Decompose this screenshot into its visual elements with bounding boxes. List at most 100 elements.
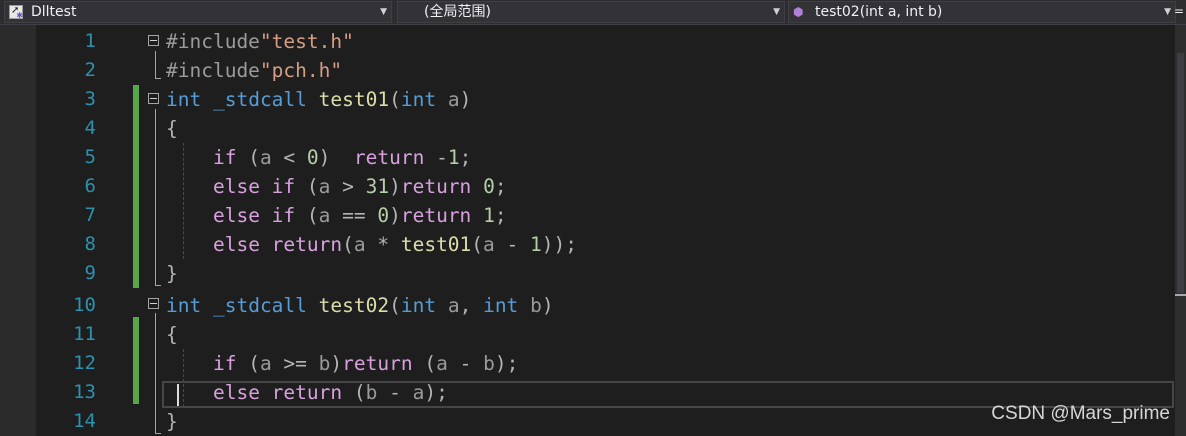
member-dropdown[interactable]: ⬢ test02(int a, int b) ▼ (788, 1, 1176, 23)
code-token: 31 (365, 175, 390, 198)
selection-margin (0, 25, 36, 436)
code-token: if (212, 146, 237, 169)
code-line[interactable]: else return(a * test01(a - 1)); (166, 230, 577, 259)
code-token: int (166, 88, 202, 111)
code-token: ( (471, 233, 484, 256)
line-number: 5 (84, 146, 96, 168)
line-number: 13 (73, 381, 96, 403)
code-token: 0 (377, 204, 390, 227)
chevron-down-icon: ▼ (380, 7, 387, 17)
code-token: 1 (530, 233, 542, 256)
project-icon: ➚ ✱ (9, 5, 23, 20)
code-token: else if (212, 175, 296, 198)
code-token: return (342, 352, 413, 375)
code-token: 0 (483, 175, 495, 198)
line-number: 9 (84, 262, 96, 284)
code-token: >= (271, 352, 319, 375)
code-token: _stdcall (212, 294, 307, 317)
member-label: test02(int a, int b) (815, 4, 943, 20)
code-token: return (400, 204, 472, 227)
code-token: a (447, 294, 460, 317)
code-token: else if (212, 204, 296, 227)
code-token: ( (342, 233, 354, 256)
code-token: 1 (483, 204, 495, 227)
code-token: - (424, 146, 448, 169)
change-tracking-bar (133, 317, 139, 404)
code-token: } (166, 262, 178, 285)
outline-tick (155, 433, 161, 434)
code-token: ; (494, 175, 507, 198)
line-number: 12 (73, 352, 96, 374)
code-token: int (400, 88, 437, 111)
code-token: "test.h" (259, 30, 354, 53)
code-token: "pch.h" (259, 59, 343, 82)
code-token: test01 (318, 88, 390, 111)
code-token: test02 (318, 294, 390, 317)
code-token: _stdcall (212, 88, 307, 111)
code-token: - (447, 352, 484, 375)
code-token: a (318, 175, 331, 198)
vertical-scrollbar[interactable] (1175, 25, 1186, 436)
code-token: { (166, 323, 178, 346)
code-line[interactable]: #include"pch.h" (166, 56, 342, 85)
scope-dropdown[interactable]: (全局范围) ▼ (397, 1, 785, 23)
code-token: ) (389, 204, 401, 227)
text-caret (177, 384, 179, 406)
code-token: int (483, 294, 519, 317)
code-token: ) (330, 352, 343, 375)
collapse-toggle-icon[interactable] (148, 93, 159, 104)
code-line[interactable]: } (166, 407, 178, 436)
code-line[interactable]: { (166, 320, 178, 349)
code-token: )); (541, 233, 578, 256)
code-token: else return (212, 233, 343, 256)
code-token: int (166, 294, 202, 317)
outline-tick (155, 285, 161, 286)
code-line[interactable]: else if (a == 0)return 1; (166, 201, 507, 230)
code-line[interactable]: int _stdcall test01(int a) (166, 85, 471, 114)
collapse-toggle-icon[interactable] (148, 35, 159, 46)
chevron-down-icon: ▼ (773, 7, 780, 17)
scrollbar-thumb[interactable] (1177, 53, 1184, 293)
line-number: 11 (73, 323, 96, 345)
code-token: ; (459, 146, 472, 169)
split-window-button[interactable]: = (1174, 1, 1186, 23)
code-token: > (330, 175, 366, 198)
code-token: ( (236, 352, 260, 375)
code-line[interactable]: else if (a > 31)return 0; (166, 172, 507, 201)
code-token: return (353, 146, 425, 169)
collapse-toggle-icon[interactable] (148, 298, 159, 309)
line-number: 7 (84, 204, 96, 226)
code-line[interactable]: if (a >= b)return (a - b); (166, 349, 518, 378)
code-token: ( (236, 146, 260, 169)
outline-line (155, 51, 156, 78)
line-number: 6 (84, 175, 96, 197)
code-token: a (447, 88, 460, 111)
line-number: 3 (84, 88, 96, 110)
code-line[interactable]: { (166, 114, 178, 143)
code-line[interactable]: #include"test.h" (166, 27, 354, 56)
code-token: a (259, 352, 272, 375)
code-token: 1 (447, 146, 460, 169)
code-token: ); (494, 352, 519, 375)
code-line[interactable]: } (166, 259, 178, 288)
code-token: if (212, 352, 237, 375)
project-dropdown[interactable]: ➚ ✱ Dlltest ▼ (4, 1, 392, 23)
code-line[interactable]: if (a < 0) return -1; (166, 143, 471, 172)
code-token: return (400, 175, 472, 198)
code-token: a (353, 233, 366, 256)
code-token: a (483, 233, 495, 256)
line-number: 10 (73, 294, 96, 316)
code-editor[interactable]: 1 2 3 4 5 6 7 8 9 10 11 12 13 14 #includ… (0, 25, 1175, 436)
code-line[interactable]: int _stdcall test02(int a, int b) (166, 291, 554, 320)
outline-line (155, 109, 156, 285)
cube-member-icon: ⬢ (793, 5, 804, 19)
